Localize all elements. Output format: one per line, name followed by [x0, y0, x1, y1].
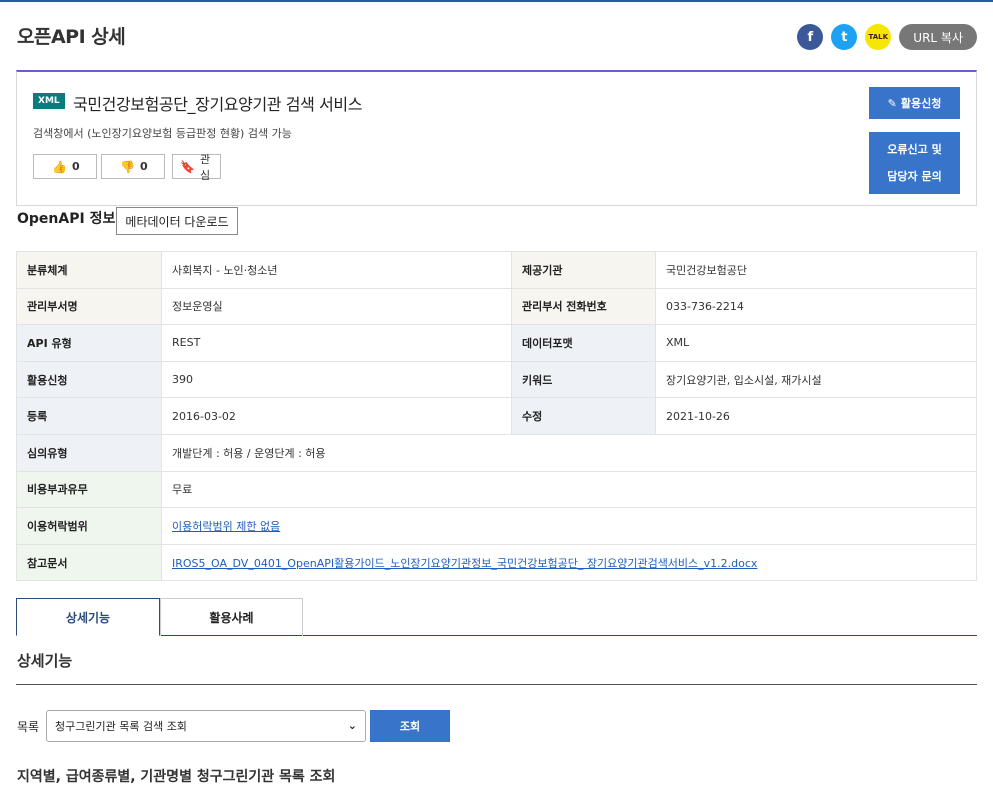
- usage-requests-label: 활용신청: [16, 360, 162, 399]
- registered-label: 등록: [16, 397, 162, 435]
- api-type-label: API 유형: [16, 324, 162, 362]
- modified-label: 수정: [511, 397, 656, 435]
- license-link[interactable]: 이용허락범위 제한 없음: [172, 520, 280, 533]
- table-row: 심의유형 개발단계 : 허용 / 운영단계 : 허용: [16, 433, 977, 472]
- url-copy-button[interactable]: URL 복사: [899, 24, 977, 50]
- list-label: 목록: [17, 720, 40, 734]
- operation-title: 지역별, 급여종류별, 기관명별 청구그린기관 목록 조회: [17, 769, 336, 785]
- facebook-share-icon[interactable]: f: [797, 24, 824, 50]
- kakaotalk-share-icon[interactable]: TALK: [865, 24, 892, 50]
- search-button[interactable]: 조회: [370, 710, 450, 742]
- format-badge: XML: [33, 93, 65, 109]
- license-cell: 이용허락범위 제한 없음: [161, 507, 977, 545]
- like-button[interactable]: 👍 0: [33, 154, 97, 179]
- dislike-button[interactable]: 👎 0: [101, 154, 165, 179]
- table-row: 비용부과유무 무료: [16, 470, 977, 509]
- operation-select-value: 청구그린기관 목록 검색 조회: [55, 720, 187, 733]
- openapi-info-table: 분류체계 사회복지 - 노인·청소년 제공기관 국민건강보험공단 관리부서명 정…: [16, 251, 977, 582]
- dislike-count: 0: [139, 160, 148, 173]
- review-type-value: 개발단계 : 허용 / 운영단계 : 허용: [161, 433, 977, 472]
- thumbs-up-icon: 👍: [52, 159, 67, 174]
- report-label-line1: 오류신고 및: [887, 143, 942, 156]
- department-label: 관리부서명: [16, 287, 162, 326]
- license-label: 이용허락범위: [16, 507, 162, 545]
- table-row: API 유형 REST 데이터포맷 XML: [16, 324, 977, 362]
- operation-select[interactable]: 청구그린기관 목록 검색 조회 ⌄: [46, 710, 366, 742]
- registered-value: 2016-03-02: [161, 397, 512, 435]
- modified-value: 2021-10-26: [655, 397, 977, 435]
- table-row: 등록 2016-03-02 수정 2021-10-26: [16, 397, 977, 435]
- detail-section-title: 상세기능: [17, 652, 73, 670]
- top-accent-line: [0, 0, 993, 2]
- keywords-label: 키워드: [511, 360, 656, 399]
- apply-label: 활용신청: [900, 97, 942, 110]
- fee-value: 무료: [161, 470, 977, 509]
- department-phone-value: 033-736-2214: [655, 287, 977, 326]
- api-summary-box: XML 국민건강보험공단_장기요양기관 검색 서비스 검색창에서 (노인장기요양…: [16, 70, 977, 206]
- keywords-value: 장기요양기관, 입소시설, 재가시설: [655, 360, 977, 399]
- report-label-line2: 담당자 문의: [887, 170, 942, 183]
- page-title: 오픈API 상세: [17, 26, 126, 48]
- classification-label: 분류체계: [16, 251, 162, 289]
- table-row: 참고문서 IROS5_OA_DV_0401_OpenAPI활용가이드_노인장기요…: [16, 543, 977, 582]
- pencil-icon: ✎: [887, 96, 897, 110]
- department-phone-label: 관리부서 전화번호: [511, 287, 656, 326]
- tab-detail-features[interactable]: 상세기능: [16, 598, 160, 636]
- reference-doc-link[interactable]: IROS5_OA_DV_0401_OpenAPI활용가이드_노인장기요양기관정보…: [172, 557, 757, 570]
- tab-use-cases[interactable]: 활용사례: [160, 598, 303, 636]
- data-format-label: 데이터포맷: [511, 324, 656, 362]
- api-title: 국민건강보험공단_장기요양기관 검색 서비스: [73, 95, 363, 114]
- table-row: 이용허락범위 이용허락범위 제한 없음: [16, 507, 977, 545]
- bookmark-icon: 🔖: [180, 159, 195, 174]
- favorite-button[interactable]: 🔖 관심: [172, 153, 221, 182]
- section-divider: [16, 684, 977, 685]
- usage-requests-value: 390: [161, 360, 512, 399]
- api-type-value: REST: [161, 324, 512, 362]
- data-format-value: XML: [655, 324, 977, 362]
- provider-value: 국민건강보험공단: [655, 251, 977, 289]
- department-value: 정보운영실: [161, 287, 512, 326]
- metadata-download-button[interactable]: 메타데이터 다운로드: [116, 207, 238, 235]
- openapi-info-heading: OpenAPI 정보: [17, 211, 116, 227]
- thumbs-down-icon: 👎: [120, 159, 135, 174]
- api-description: 검색창에서 (노인장기요양보험 등급판정 현황) 검색 가능: [33, 127, 292, 140]
- reference-doc-label: 참고문서: [16, 543, 162, 582]
- table-row: 활용신청 390 키워드 장기요양기관, 입소시설, 재가시설: [16, 360, 977, 399]
- fee-label: 비용부과유무: [16, 470, 162, 509]
- table-row: 분류체계 사회복지 - 노인·청소년 제공기관 국민건강보험공단: [16, 251, 977, 289]
- reference-doc-cell: IROS5_OA_DV_0401_OpenAPI활용가이드_노인장기요양기관정보…: [161, 543, 977, 582]
- detail-tabs: 상세기능 활용사례: [16, 598, 977, 636]
- report-contact-button[interactable]: 오류신고 및 담당자 문의: [869, 132, 960, 194]
- chevron-down-icon: ⌄: [347, 719, 357, 732]
- like-count: 0: [71, 160, 80, 173]
- review-type-label: 심의유형: [16, 433, 162, 472]
- table-row: 관리부서명 정보운영실 관리부서 전화번호 033-736-2214: [16, 287, 977, 326]
- twitter-share-icon[interactable]: t: [831, 24, 858, 50]
- apply-button[interactable]: ✎ 활용신청: [869, 87, 960, 119]
- classification-value: 사회복지 - 노인·청소년: [161, 251, 512, 289]
- favorite-label: 관심: [199, 152, 211, 182]
- share-bar: f t TALK URL 복사: [789, 24, 977, 50]
- provider-label: 제공기관: [511, 251, 656, 289]
